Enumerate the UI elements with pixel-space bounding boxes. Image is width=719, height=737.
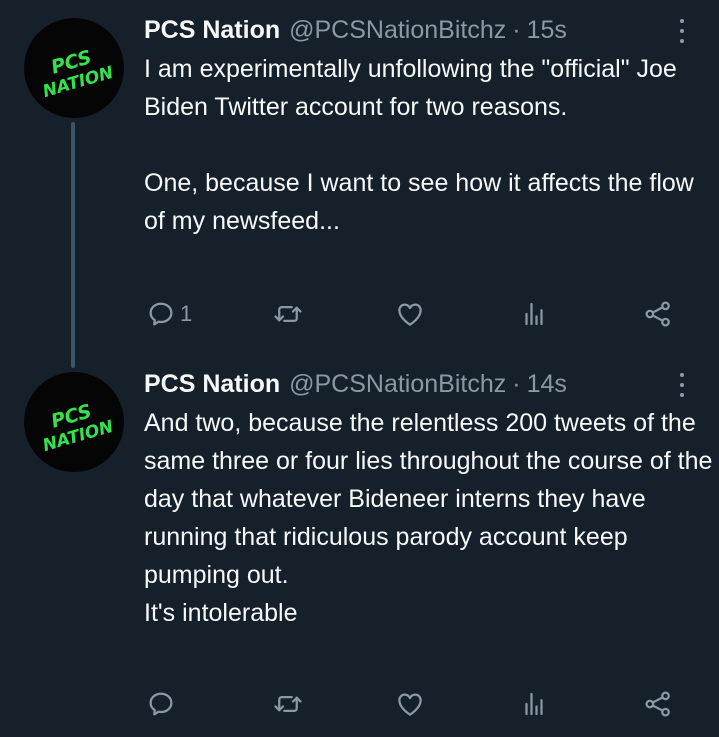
avatar[interactable]: PCS NATION bbox=[24, 18, 124, 118]
user-handle[interactable]: @PCSNationBitchz bbox=[289, 370, 506, 399]
tweet-paragraph: I am experimentally unfollowing the "off… bbox=[144, 55, 677, 121]
bar-chart-icon bbox=[525, 692, 543, 716]
more-options-icon[interactable] bbox=[672, 17, 692, 45]
reply-icon bbox=[149, 302, 173, 326]
heart-icon bbox=[398, 303, 422, 326]
tweet-paragraph: And two, because the relentless 200 twee… bbox=[144, 409, 713, 589]
retweet-icon bbox=[274, 696, 302, 712]
reply-count: 1 bbox=[180, 301, 193, 326]
pcs-nation-logo: PCS NATION bbox=[41, 400, 116, 456]
reply-button[interactable] bbox=[146, 686, 180, 722]
share-icon bbox=[645, 691, 670, 717]
timestamp[interactable]: 15s bbox=[527, 16, 567, 45]
tweet-paragraph: One, because I want to see how it affect… bbox=[144, 169, 694, 235]
separator-dot: · bbox=[512, 369, 521, 398]
tweet-1[interactable]: PCS NATION PCS Nation @PCSNationBitchz ·… bbox=[0, 0, 719, 368]
retweet-button[interactable] bbox=[273, 686, 303, 722]
tweet-header: PCS Nation @PCSNationBitchz · 15s bbox=[144, 14, 567, 46]
tweet-header: PCS Nation @PCSNationBitchz · 14s bbox=[144, 368, 567, 400]
heart-icon bbox=[398, 693, 422, 716]
timestamp[interactable]: 14s bbox=[527, 370, 567, 399]
more-options-icon[interactable] bbox=[672, 371, 692, 399]
tweet-paragraph: It's intolerable bbox=[144, 599, 298, 627]
like-button[interactable] bbox=[395, 296, 425, 332]
tweet-text: I am experimentally unfollowing the "off… bbox=[144, 50, 714, 240]
retweet-button[interactable] bbox=[273, 296, 303, 332]
action-bar: 1 bbox=[0, 296, 719, 332]
share-button[interactable] bbox=[643, 296, 673, 332]
display-name[interactable]: PCS Nation bbox=[144, 16, 280, 45]
display-name[interactable]: PCS Nation bbox=[144, 370, 280, 399]
bar-chart-icon bbox=[525, 302, 543, 326]
view-stats-button[interactable] bbox=[519, 296, 549, 332]
retweet-icon bbox=[274, 306, 302, 322]
share-icon bbox=[645, 301, 670, 327]
user-handle[interactable]: @PCSNationBitchz bbox=[289, 16, 506, 45]
reply-button[interactable]: 1 bbox=[146, 296, 192, 332]
like-button[interactable] bbox=[395, 686, 425, 722]
separator-dot: · bbox=[512, 15, 521, 44]
action-bar bbox=[0, 686, 719, 722]
pcs-nation-logo: PCS NATION bbox=[41, 46, 116, 102]
tweet-text: And two, because the relentless 200 twee… bbox=[144, 404, 714, 632]
view-stats-button[interactable] bbox=[519, 686, 549, 722]
avatar[interactable]: PCS NATION bbox=[24, 372, 124, 472]
reply-icon bbox=[149, 692, 173, 716]
share-button[interactable] bbox=[643, 686, 673, 722]
